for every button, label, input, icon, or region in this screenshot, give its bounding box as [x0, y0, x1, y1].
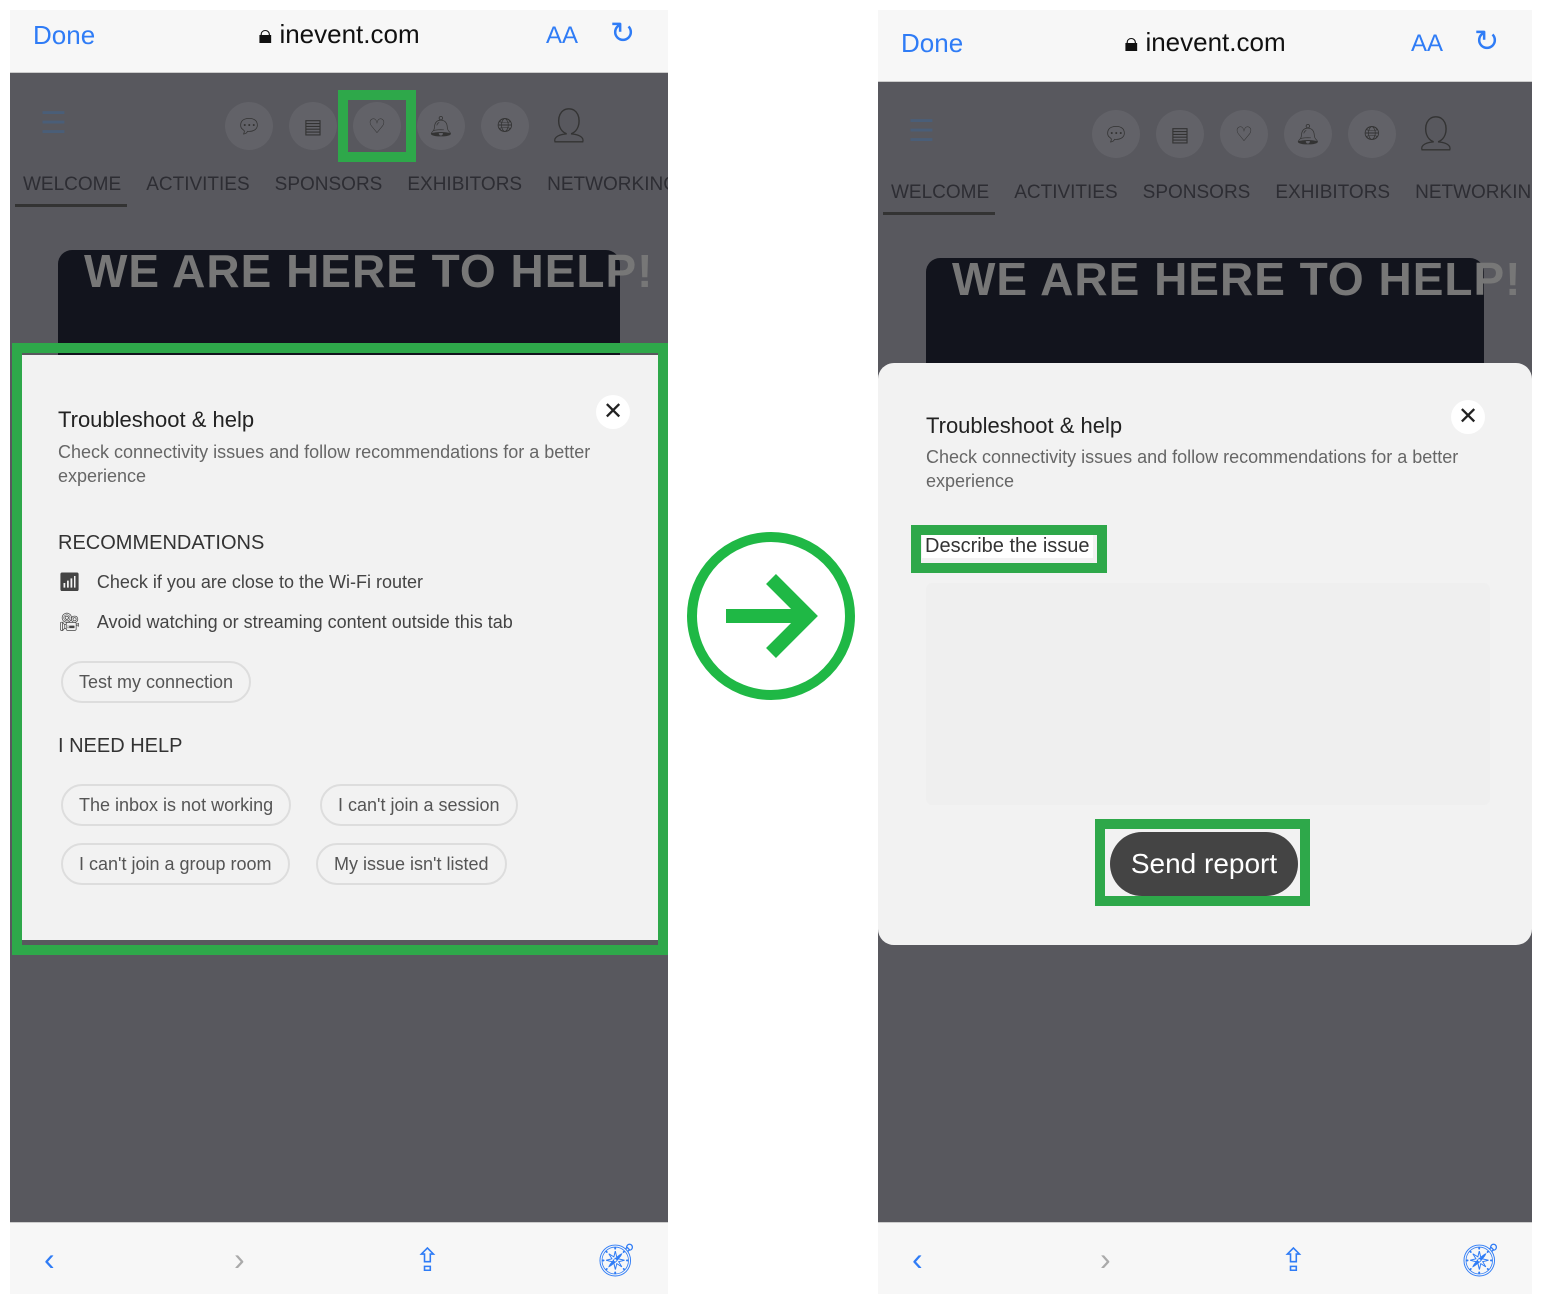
banner: WE ARE HERE TO HELP!	[926, 253, 1520, 368]
chat-icon[interactable]: 💬︎	[1092, 110, 1140, 158]
back-icon[interactable]: ‹	[912, 1241, 923, 1278]
tab-sponsors[interactable]: SPONSORS	[1143, 182, 1251, 204]
forward-icon[interactable]: ›	[234, 1241, 245, 1278]
chat-icon[interactable]: 💬︎	[225, 102, 273, 150]
hamburger-menu-icon[interactable]: ☰	[908, 114, 935, 149]
highlight-send-report	[1095, 819, 1310, 906]
heart-pulse-icon[interactable]: ♡	[1220, 110, 1268, 158]
text-size-button[interactable]: AA	[546, 22, 578, 50]
reload-icon[interactable]: ↻	[610, 16, 635, 51]
highlight-modal	[12, 343, 668, 955]
text-size-button[interactable]: AA	[1411, 30, 1443, 58]
troubleshoot-modal: Troubleshoot & help ✕ Check connectivity…	[878, 363, 1532, 945]
tab-sponsors[interactable]: SPONSORS	[275, 174, 383, 196]
bell-icon[interactable]: 🔔︎	[1284, 110, 1332, 158]
news-icon[interactable]: ▤	[1156, 110, 1204, 158]
user-avatar-icon[interactable]: 👤︎	[545, 102, 593, 150]
address-bar: Done 🔒︎ inevent.com AA ↻	[10, 10, 668, 73]
lock-icon: 🔒︎	[258, 19, 280, 49]
right-phone-screen: Done 🔒︎ inevent.com AA ↻ ☰ 💬︎ ▤ ♡ 🔔︎ 🌐︎ …	[878, 10, 1532, 1294]
active-tab-underline	[883, 212, 995, 215]
reload-icon[interactable]: ↻	[1474, 24, 1499, 59]
back-icon[interactable]: ‹	[44, 1241, 55, 1278]
active-tab-underline	[15, 204, 127, 207]
highlight-heart-icon	[338, 90, 416, 162]
tab-activities[interactable]: ACTIVITIES	[1014, 182, 1117, 204]
highlight-describe-label	[911, 525, 1107, 573]
tab-networking[interactable]: NETWORKING	[547, 174, 668, 196]
share-icon[interactable]: ⇪	[414, 1241, 441, 1279]
address-bar: Done 🔒︎ inevent.com AA ↻	[878, 10, 1532, 82]
tab-welcome[interactable]: WELCOME	[891, 182, 989, 204]
globe-icon[interactable]: 🌐︎	[481, 102, 529, 150]
tab-activities[interactable]: ACTIVITIES	[146, 174, 249, 196]
close-icon[interactable]: ✕	[1451, 400, 1485, 434]
browser-toolbar: ‹ › ⇪ 🧭︎	[878, 1222, 1532, 1294]
tab-networking[interactable]: NETWORKING	[1415, 182, 1532, 204]
modal-title: Troubleshoot & help	[926, 413, 1123, 438]
compass-icon[interactable]: 🧭︎	[596, 1241, 637, 1279]
arrow-right-icon	[687, 532, 855, 700]
tab-exhibitors[interactable]: EXHIBITORS	[407, 174, 522, 196]
left-phone-screen: Done 🔒︎ inevent.com AA ↻ ☰ 💬︎ ▤ ♡ 🔔︎ 🌐︎ …	[10, 10, 668, 1294]
hamburger-menu-icon[interactable]: ☰	[40, 106, 67, 141]
tab-welcome[interactable]: WELCOME	[23, 174, 121, 196]
news-icon[interactable]: ▤	[289, 102, 337, 150]
globe-icon[interactable]: 🌐︎	[1348, 110, 1396, 158]
compass-icon[interactable]: 🧭︎	[1460, 1241, 1501, 1279]
browser-toolbar: ‹ › ⇪ 🧭︎	[10, 1222, 668, 1294]
forward-icon[interactable]: ›	[1100, 1241, 1111, 1278]
bell-icon[interactable]: 🔔︎	[417, 102, 465, 150]
share-icon[interactable]: ⇪	[1280, 1241, 1307, 1279]
modal-subtitle: Check connectivity issues and follow rec…	[926, 447, 1459, 491]
lock-icon: 🔒︎	[1124, 27, 1146, 57]
issue-description-textarea[interactable]	[926, 583, 1490, 805]
tab-exhibitors[interactable]: EXHIBITORS	[1275, 182, 1390, 204]
user-avatar-icon[interactable]: 👤︎	[1412, 110, 1460, 158]
